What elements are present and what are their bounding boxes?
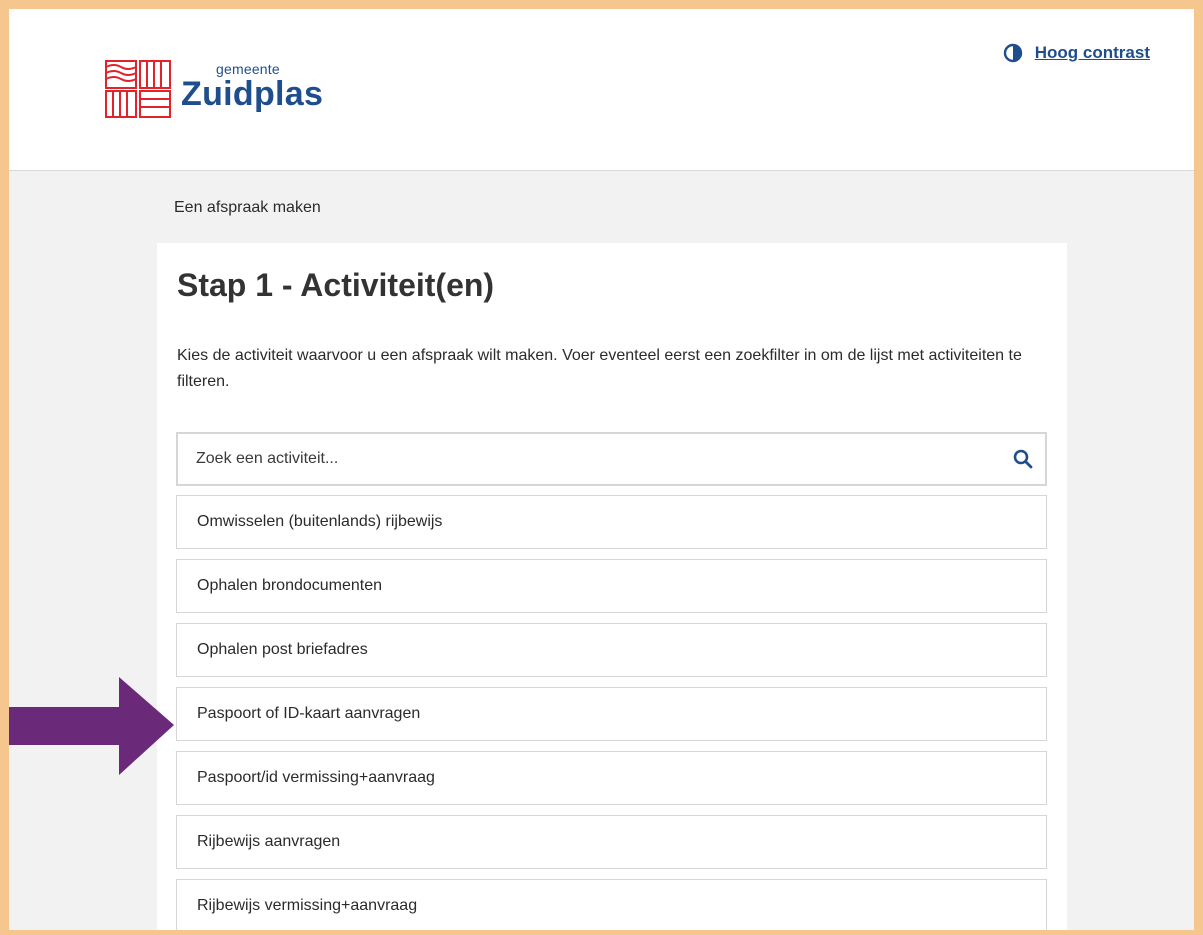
arrow-right-icon [9,677,174,775]
high-contrast-label: Hoog contrast [1034,43,1150,62]
list-item[interactable]: Rijbewijs aanvragen [176,815,1047,869]
list-item[interactable]: Ophalen post briefadres [176,623,1047,677]
high-contrast-link[interactable]: Hoog contrast [1003,43,1150,63]
page-title: Stap 1 - Activiteit(en) [177,267,495,303]
intro-text: Kies de activiteit waarvoor u een afspra… [177,347,1022,390]
list-item[interactable]: Paspoort/id vermissing+aanvraag [176,751,1047,805]
search-input[interactable] [178,450,1001,468]
list-item[interactable]: Rijbewijs vermissing+aanvraag [176,879,1047,930]
zuidplas-logo-icon[interactable] [104,59,174,119]
search-box[interactable] [176,432,1047,486]
list-item[interactable]: Omwisselen (buitenlands) rijbewijs [176,495,1047,549]
logo-title[interactable]: Zuidplas [181,75,323,114]
site-header: gemeente Zuidplas Hoog contrast [9,9,1194,171]
search-icon[interactable] [1001,449,1045,469]
breadcrumb: Een afspraak maken [174,199,321,216]
contrast-icon [1003,43,1022,63]
activity-card: Stap 1 - Activiteit(en) Kies de activite… [157,243,1067,930]
list-item[interactable]: Ophalen brondocumenten [176,559,1047,613]
activity-list: Omwisselen (buitenlands) rijbewijs Ophal… [176,495,1047,930]
page-frame: gemeente Zuidplas Hoog contrast Een afsp… [9,9,1194,930]
list-item[interactable]: Paspoort of ID-kaart aanvragen [176,687,1047,741]
